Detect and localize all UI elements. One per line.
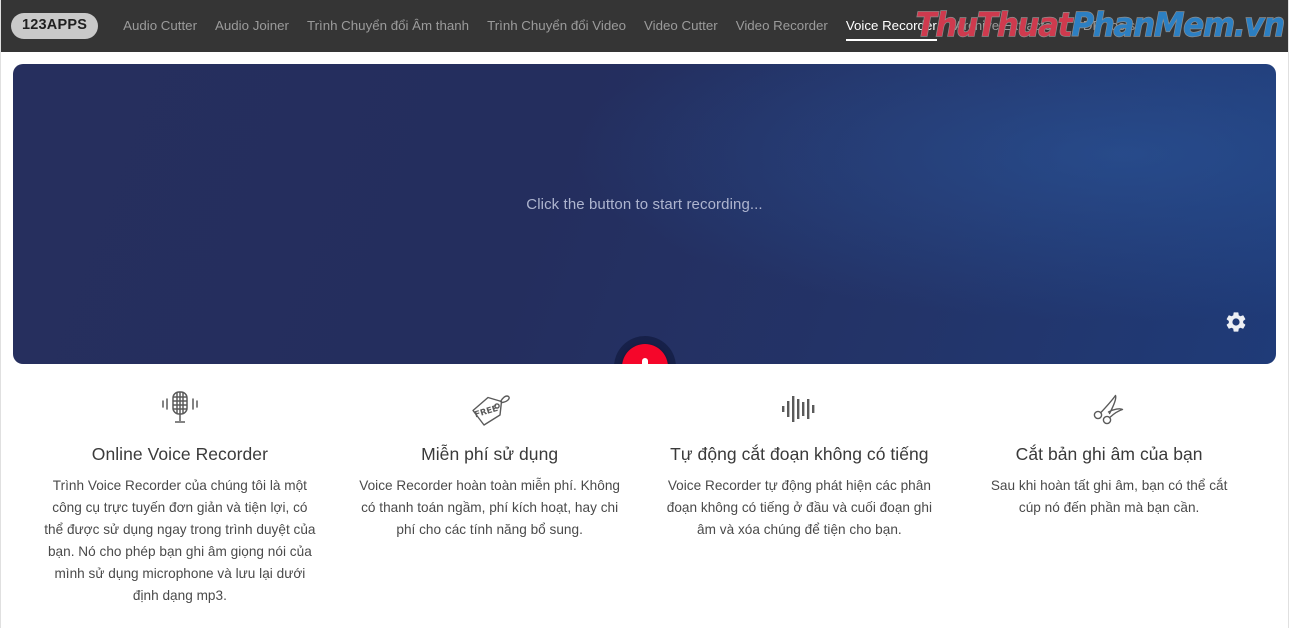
- feature-title: Cắt bản ghi âm của bạn: [1015, 444, 1203, 464]
- feature-card-free-to-use: FREE Miễn phí sử dụng Voice Recorder hoà…: [335, 386, 645, 607]
- watermark-text-blue: PhanMem.vn: [1071, 4, 1286, 44]
- feature-title: Miễn phí sử dụng: [421, 444, 559, 464]
- nav-item-video-cutter[interactable]: Video Cutter: [635, 12, 727, 40]
- watermark-text-red: ThuThuat: [915, 4, 1073, 44]
- scissors-icon: [968, 386, 1250, 432]
- nav-item-audio-converter[interactable]: Trình Chuyển đổi Âm thanh: [298, 12, 478, 40]
- feature-description: Sau khi hoàn tất ghi âm, bạn có thể cắt …: [990, 477, 1228, 515]
- feature-card-auto-trim-silence: Tự động cắt đoạn không có tiếng Voice Re…: [645, 386, 955, 607]
- feature-description: Voice Recorder hoàn toàn miễn phí. Không…: [359, 477, 621, 537]
- nav-item-video-converter[interactable]: Trình Chuyển đổi Video: [478, 12, 635, 40]
- audio-waveform-icon: [659, 386, 941, 432]
- record-button-ring: [613, 336, 676, 364]
- page-root: 123APPS Audio Cutter Audio Joiner Trình …: [0, 0, 1289, 628]
- free-price-tag-icon: FREE: [349, 386, 631, 432]
- record-button[interactable]: [621, 344, 668, 364]
- feature-card-online-voice-recorder: Online Voice Recorder Trình Voice Record…: [25, 386, 335, 607]
- nav-item-audio-joiner[interactable]: Audio Joiner: [206, 12, 298, 40]
- feature-card-trim-recording: Cắt bản ghi âm của bạn Sau khi hoàn tất …: [954, 386, 1264, 607]
- feature-description: Trình Voice Recorder của chúng tôi là mộ…: [44, 477, 316, 603]
- retro-microphone-icon: [39, 386, 321, 432]
- feature-title: Online Voice Recorder: [91, 444, 268, 464]
- logo-123apps[interactable]: 123APPS: [11, 13, 99, 39]
- recorder-panel: Click the button to start recording...: [13, 64, 1276, 364]
- hero-container: Click the button to start recording...: [1, 52, 1288, 364]
- features-section: Online Voice Recorder Trình Voice Record…: [1, 364, 1288, 607]
- microphone-icon: [635, 356, 655, 364]
- nav-item-audio-cutter[interactable]: Audio Cutter: [114, 12, 206, 40]
- top-navbar: 123APPS Audio Cutter Audio Joiner Trình …: [1, 0, 1288, 52]
- nav-item-video-recorder[interactable]: Video Recorder: [727, 12, 837, 40]
- recorder-prompt-text: Click the button to start recording...: [526, 196, 763, 213]
- watermark-logo: ThuThuatPhanMem.vn: [915, 2, 1286, 48]
- feature-description: Voice Recorder tự động phát hiện các phâ…: [666, 477, 932, 537]
- gear-icon: [1224, 310, 1248, 334]
- feature-title: Tự động cắt đoạn không có tiếng: [670, 444, 929, 464]
- settings-button[interactable]: [1224, 310, 1248, 334]
